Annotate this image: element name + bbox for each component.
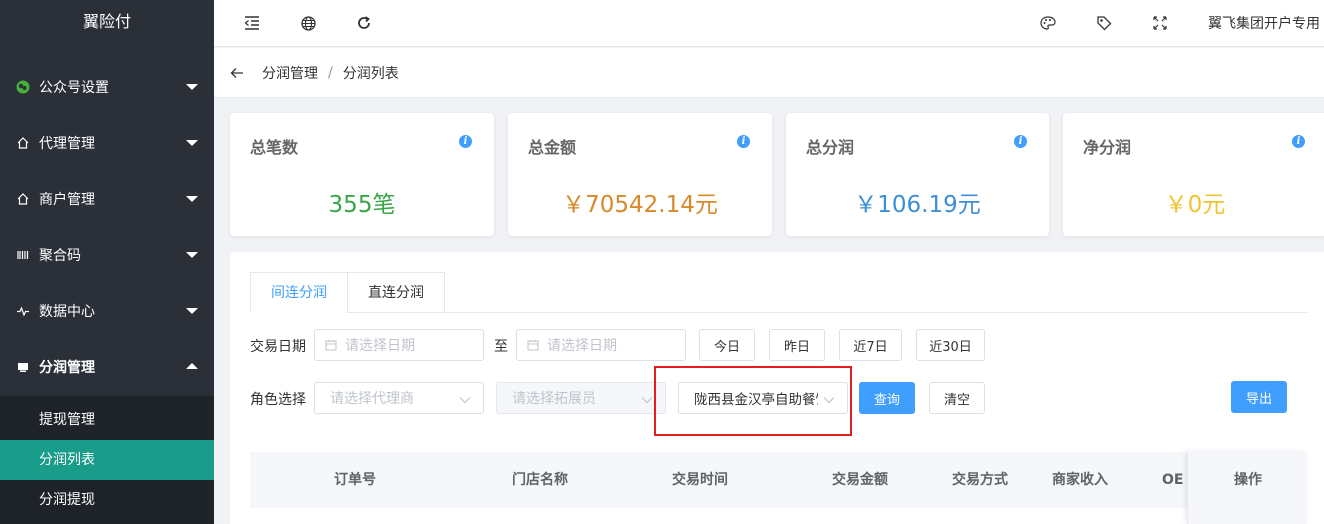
column-header-order-no: 订单号 <box>334 472 376 488</box>
chevron-down-icon <box>186 252 198 258</box>
column-header-trade-method: 交易方式 <box>952 472 1008 488</box>
sidebar-item-label: 数据中心 <box>39 304 95 320</box>
chevron-down-icon <box>186 196 198 202</box>
info-icon[interactable]: i <box>737 135 750 148</box>
sidebar: 翼险付 公众号设置 代理管理 商户管理 聚合码 数据中心 分润管理 提现管理 分… <box>0 0 214 524</box>
refresh-icon[interactable] <box>353 12 375 34</box>
breadcrumb-separator: / <box>328 64 333 81</box>
sidebar-item-aggregate-code[interactable]: 聚合码 <box>0 227 214 283</box>
breadcrumb-current: 分润列表 <box>342 65 399 82</box>
column-header-trade-amount: 交易金额 <box>832 472 888 488</box>
role-label: 角色选择 <box>250 392 306 408</box>
tag-icon[interactable] <box>1093 12 1115 34</box>
submenu-profit: 提现管理 分润列表 分润提现 <box>0 396 214 524</box>
table-fixed-action-column: 操作 <box>1187 452 1307 524</box>
sidebar-item-profit-management[interactable]: 分润管理 <box>0 339 214 395</box>
app-title: 翼险付 <box>82 12 131 31</box>
sidebar-item-label: 分润管理 <box>39 360 95 376</box>
last-30-days-button[interactable]: 近30日 <box>916 329 985 361</box>
stat-title: 总分润 <box>806 138 855 157</box>
chevron-down-icon <box>186 140 198 146</box>
agent-select[interactable]: 请选择代理商 <box>314 382 484 414</box>
column-header-merchant-income: 商家收入 <box>1052 472 1108 488</box>
column-header-store-name: 门店名称 <box>512 472 568 488</box>
clear-button[interactable]: 清空 <box>929 382 985 414</box>
home-icon <box>14 190 32 208</box>
sidebar-item-label: 聚合码 <box>39 248 81 264</box>
to-label: 至 <box>494 339 508 355</box>
breadcrumb-parent[interactable]: 分润管理 <box>262 63 318 83</box>
sidebar-item-data-center[interactable]: 数据中心 <box>0 283 214 339</box>
back-arrow-icon[interactable] <box>230 67 244 79</box>
chevron-down-icon <box>641 392 653 408</box>
sidebar-item-agent-management[interactable]: 代理管理 <box>0 115 214 171</box>
tab-bar: 间连分润 直连分润 <box>250 272 1307 313</box>
menu-fold-icon[interactable] <box>241 12 263 34</box>
promoter-select: 请选择拓展员 <box>496 382 666 414</box>
monitor-icon <box>14 358 32 376</box>
stat-value: ￥70542.14元 <box>562 192 718 218</box>
stat-value: ￥0元 <box>1164 192 1226 218</box>
info-icon[interactable]: i <box>459 135 472 148</box>
stat-title: 总金额 <box>528 138 577 157</box>
calendar-icon <box>325 339 337 351</box>
date-start-input[interactable]: 请选择日期 <box>314 329 484 361</box>
sidebar-item-merchant-management[interactable]: 商户管理 <box>0 171 214 227</box>
palette-icon[interactable] <box>1037 12 1059 34</box>
export-button[interactable]: 导出 <box>1231 381 1287 413</box>
chevron-up-icon <box>186 363 198 369</box>
globe-icon[interactable] <box>297 12 319 34</box>
date-label: 交易日期 <box>250 339 306 355</box>
date-end-placeholder: 请选择日期 <box>547 338 617 354</box>
sidebar-item-label: 公众号设置 <box>39 80 109 96</box>
last-7-days-button[interactable]: 近7日 <box>839 329 902 361</box>
today-button[interactable]: 今日 <box>699 329 755 361</box>
agent-select-placeholder: 请选择代理商 <box>330 391 414 407</box>
pulse-icon <box>14 302 32 320</box>
tab-direct-profit[interactable]: 直连分润 <box>347 272 445 313</box>
fullscreen-icon[interactable] <box>1149 12 1171 34</box>
submenu-item-profit-withdraw[interactable]: 分润提现 <box>0 480 214 520</box>
stat-card-net-profit: 净分润 i ￥0元 <box>1063 113 1324 236</box>
column-header-trade-time: 交易时间 <box>672 472 728 488</box>
stat-title: 总笔数 <box>250 138 299 157</box>
chevron-down-icon <box>459 392 471 408</box>
user-name[interactable]: 翼飞集团开户专用 <box>1208 13 1320 33</box>
submenu-item-withdraw-management[interactable]: 提现管理 <box>0 400 214 440</box>
barcode-icon <box>14 246 32 264</box>
date-start-placeholder: 请选择日期 <box>345 338 415 354</box>
chevron-down-icon <box>186 308 198 314</box>
yesterday-button[interactable]: 昨日 <box>769 329 825 361</box>
sidebar-item-label: 商户管理 <box>39 192 95 208</box>
breadcrumb: 分润管理 / 分润列表 <box>214 48 1324 98</box>
table-header: 订单号 门店名称 交易时间 交易金额 交易方式 商家收入 OE <box>250 452 1307 508</box>
stat-title: 净分润 <box>1083 138 1132 157</box>
calendar-icon <box>527 339 539 351</box>
date-end-input[interactable]: 请选择日期 <box>516 329 686 361</box>
wechat-icon <box>14 78 32 96</box>
chevron-down-icon <box>186 84 198 90</box>
sidebar-item-label: 代理管理 <box>39 136 95 152</box>
stat-card-total-count: 总笔数 i 355笔 <box>230 113 494 236</box>
info-icon[interactable]: i <box>1014 135 1027 148</box>
home-icon <box>14 134 32 152</box>
red-highlight-box <box>654 366 852 436</box>
promoter-select-placeholder: 请选择拓展员 <box>512 391 596 407</box>
stat-value: ￥106.19元 <box>854 192 981 218</box>
stat-card-total-amount: 总金额 i ￥70542.14元 <box>508 113 772 236</box>
column-header-action: 操作 <box>1234 472 1262 488</box>
submenu-item-profit-list[interactable]: 分润列表 <box>0 440 214 480</box>
sidebar-item-wechat-settings[interactable]: 公众号设置 <box>0 59 214 115</box>
stat-card-total-profit: 总分润 i ￥106.19元 <box>786 113 1049 236</box>
tab-indirect-profit[interactable]: 间连分润 <box>250 272 348 313</box>
topbar: 翼飞集团开户专用 <box>214 0 1324 47</box>
query-button[interactable]: 查询 <box>859 382 915 414</box>
stat-value: 355笔 <box>328 192 396 218</box>
info-icon[interactable]: i <box>1292 135 1305 148</box>
